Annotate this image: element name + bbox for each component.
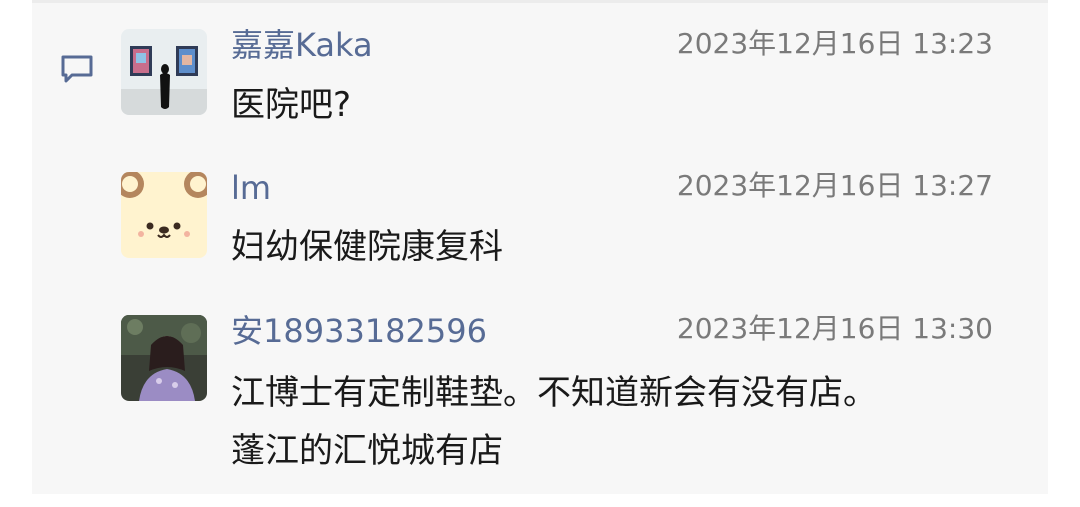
comment-text: 医院吧? bbox=[231, 76, 1001, 134]
comment-bubble-icon bbox=[61, 55, 93, 83]
gallery-photo-avatar bbox=[121, 29, 207, 115]
comment-text-line: 江博士有定制鞋垫。不知道新会有没有店。 bbox=[231, 373, 877, 413]
comment-text: 妇幼保健院康复科 bbox=[231, 218, 1001, 276]
comment-author[interactable]: 安18933182596 bbox=[231, 311, 487, 351]
portrait-photo-avatar bbox=[121, 315, 207, 401]
comment-timestamp: 2023年12月16日 13:27 bbox=[676, 169, 993, 202]
comment-text-line: 蓬江的汇悦城有店 bbox=[231, 431, 503, 471]
comment-timestamp: 2023年12月16日 13:23 bbox=[676, 27, 993, 60]
comment-author[interactable]: lm bbox=[231, 168, 271, 208]
avatar[interactable] bbox=[121, 29, 207, 115]
bear-face-avatar bbox=[121, 172, 207, 258]
comment-text: 江博士有定制鞋垫。不知道新会有没有店。 蓬江的汇悦城有店 bbox=[231, 364, 1001, 480]
comment-text-line: 妇幼保健院康复科 bbox=[231, 227, 503, 267]
comment-timestamp: 2023年12月16日 13:30 bbox=[676, 312, 993, 345]
avatar[interactable] bbox=[121, 315, 207, 401]
avatar[interactable] bbox=[121, 172, 207, 258]
comment-author[interactable]: 嘉嘉Kaka bbox=[231, 25, 373, 65]
comment-text-line: 医院吧? bbox=[231, 85, 352, 125]
